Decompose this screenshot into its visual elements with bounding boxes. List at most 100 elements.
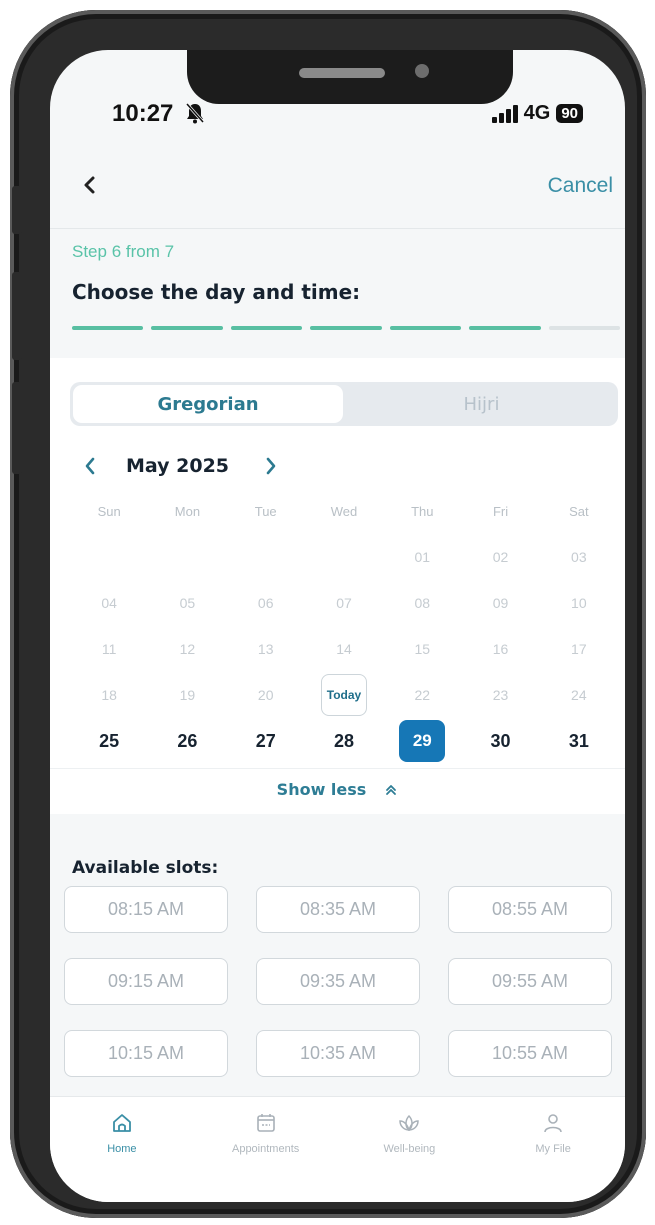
calendar-day[interactable]: 28	[305, 718, 383, 764]
time-slots-grid: 08:15 AM 08:35 AM 08:55 AM 09:15 AM 09:3…	[64, 886, 612, 1077]
calendar-day-disabled: 01	[414, 549, 431, 565]
time-slot-button[interactable]: 10:15 AM	[64, 1030, 228, 1077]
volume-down-button	[12, 382, 22, 474]
progress-segment	[151, 326, 223, 330]
calendar-day-disabled: 24	[571, 687, 587, 703]
calendar-day-disabled: 08	[414, 595, 431, 611]
calendar-day-disabled: 04	[101, 595, 117, 611]
calendar-day-disabled: 07	[336, 595, 352, 611]
time-slot-button[interactable]: 10:35 AM	[256, 1030, 420, 1077]
chevron-left-icon	[85, 457, 95, 475]
phone-frame: 10:27 4G 90 Cancel Step 6 from 7 Choose …	[10, 10, 646, 1218]
time-slot-button[interactable]: 09:15 AM	[64, 958, 228, 1005]
mute-switch	[12, 186, 22, 234]
progress-segment	[230, 326, 303, 330]
tab-gregorian[interactable]: Gregorian	[73, 385, 343, 423]
time-slot-button[interactable]: 08:35 AM	[256, 886, 420, 933]
weekday-label: Sun	[97, 504, 121, 519]
calendar-day-disabled: 22	[414, 687, 431, 703]
calendar-card: Gregorian Hijri May 2025 Sun Mon Tue Wed…	[50, 358, 625, 814]
calendar-day-disabled: 09	[492, 595, 509, 611]
selected-day-marker: 29	[399, 720, 446, 762]
month-label: May 2025	[126, 455, 230, 477]
weekday-label: Mon	[174, 504, 201, 519]
calendar-day-disabled: 10	[571, 595, 587, 611]
lotus-icon	[399, 1114, 420, 1131]
nav-label: Home	[107, 1143, 137, 1155]
status-time: 10:27	[112, 100, 174, 127]
nav-item-home[interactable]: Home	[50, 1097, 194, 1202]
calendar-day-disabled: 19	[179, 687, 196, 703]
calendar-day[interactable]: 26	[148, 718, 226, 764]
calendar-day-disabled: 12	[179, 641, 196, 657]
time-slot-button[interactable]: 10:55 AM	[448, 1030, 612, 1077]
calendar-icon	[256, 1114, 275, 1132]
calendar-day[interactable]: 30	[461, 718, 539, 764]
back-button[interactable]	[74, 170, 104, 200]
time-slot-button[interactable]: 09:35 AM	[256, 958, 420, 1005]
nav-item-appointments[interactable]: Appointments	[194, 1097, 338, 1202]
cancel-button[interactable]: Cancel	[548, 174, 613, 198]
calendar-day[interactable]: 25	[70, 718, 148, 764]
calendar-day-disabled: 13	[257, 641, 274, 657]
calendar-day-disabled: 14	[336, 641, 352, 657]
calendar-day-disabled: 16	[492, 641, 509, 657]
step-indicator: Step 6 from 7	[72, 242, 175, 261]
weekday-header: Sun Mon Tue Wed Thu Fri Sat	[70, 504, 618, 519]
home-icon	[112, 1114, 131, 1132]
nav-item-well-being[interactable]: Well-being	[338, 1097, 482, 1202]
chevron-right-icon	[266, 457, 276, 475]
nav-item-my-file[interactable]: My File	[481, 1097, 625, 1202]
calendar-day-disabled: 06	[257, 595, 274, 611]
calendar-day-disabled: 23	[492, 687, 509, 703]
calendar-day-empty	[148, 534, 226, 580]
step-progress-bar	[72, 326, 620, 330]
calendar-day-selected[interactable]: 29	[383, 718, 461, 764]
weekday-label: Wed	[330, 504, 358, 519]
page-title: Choose the day and time:	[72, 280, 361, 304]
calendar-day-disabled: 15	[414, 641, 431, 657]
calendar-day-empty	[305, 534, 383, 580]
today-marker: Today	[320, 674, 367, 716]
calendar-day-empty	[227, 534, 305, 580]
calendar-day-empty	[70, 534, 148, 580]
progress-segment	[310, 326, 382, 330]
volume-up-button	[12, 272, 22, 360]
calendar-day-disabled: 05	[179, 595, 196, 611]
weekday-label: Sat	[569, 504, 589, 519]
phone-screen: 10:27 4G 90 Cancel Step 6 from 7 Choose …	[50, 50, 625, 1202]
calendar-day-disabled: 20	[257, 687, 274, 703]
show-less-button[interactable]: Show less	[50, 780, 625, 799]
progress-segment	[389, 326, 462, 330]
weekday-label: Tue	[254, 504, 277, 519]
signal-icon	[491, 104, 518, 123]
calendar-days-grid: 01 02 03 04 05 06 07 08 09 10 11 12 13 1…	[70, 534, 618, 764]
tab-hijri[interactable]: Hijri	[345, 382, 618, 426]
double-chevron-up-icon	[386, 784, 397, 795]
nav-label: Appointments	[231, 1143, 300, 1155]
calendar-day-today: Today	[305, 672, 383, 718]
previous-month-button[interactable]	[78, 452, 102, 480]
progress-segment	[548, 326, 620, 330]
time-slot-button[interactable]: 08:15 AM	[64, 886, 228, 933]
calendar-divider	[50, 768, 625, 769]
progress-segment	[469, 326, 541, 330]
user-icon	[544, 1114, 562, 1133]
calendar-day-disabled: 11	[101, 641, 117, 657]
time-slot-button[interactable]: 08:55 AM	[448, 886, 612, 933]
show-less-label: Show less	[276, 780, 367, 799]
bottom-navigation: Home Appointments Well-being My File	[50, 1096, 625, 1202]
next-month-button[interactable]	[259, 452, 283, 480]
nav-label: My File	[535, 1143, 571, 1155]
weekday-label: Fri	[492, 504, 509, 519]
calendar-day-disabled: 17	[571, 641, 587, 657]
month-navigation: May 2025	[78, 450, 283, 482]
status-indicators: 4G 90	[491, 102, 583, 125]
time-slot-button[interactable]: 09:55 AM	[448, 958, 612, 1005]
available-slots-title: Available slots:	[72, 858, 219, 878]
calendar-day[interactable]: 31	[540, 718, 618, 764]
chevron-left-icon	[84, 176, 95, 194]
calendar-day-disabled: 02	[492, 549, 509, 565]
notch	[187, 50, 513, 104]
calendar-day[interactable]: 27	[227, 718, 305, 764]
